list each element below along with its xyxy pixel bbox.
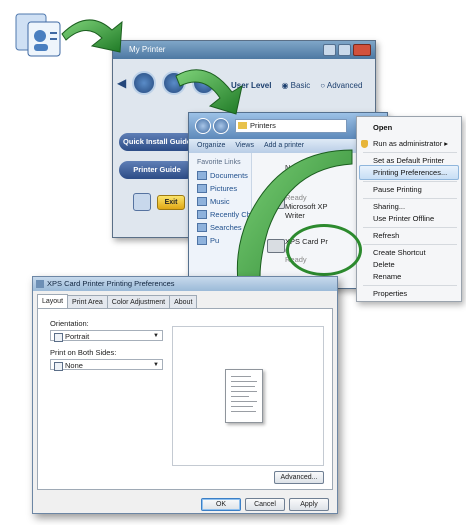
menu-pause-printing[interactable]: Pause Printing — [373, 185, 422, 194]
menu-separator — [363, 152, 457, 153]
printer-icon — [267, 239, 285, 253]
favorites-pane: Favorite Links Documents Pictures Music … — [189, 153, 252, 288]
page-preview — [225, 369, 263, 423]
page-preview-area — [172, 326, 324, 466]
search-icon — [197, 223, 207, 232]
exit-button[interactable]: Exit — [157, 194, 185, 210]
orientation-value: Portrait — [65, 332, 90, 341]
menu-separator — [363, 244, 457, 245]
printer-icon — [133, 193, 151, 211]
both-sides-value: None — [65, 361, 83, 370]
back-button[interactable] — [195, 118, 211, 134]
orientation-select[interactable]: Portrait ▼ — [50, 330, 163, 342]
views-menu[interactable]: Views — [235, 139, 254, 153]
user-level: User Level ◉ Basic ○ Advanced — [231, 81, 362, 90]
menu-use-offline[interactable]: Use Printer Offline — [373, 214, 434, 223]
music-icon — [197, 197, 207, 206]
menu-separator — [363, 198, 457, 199]
menu-separator — [363, 227, 457, 228]
menu-properties[interactable]: Properties — [373, 289, 407, 298]
printer-icon — [36, 280, 44, 288]
folder-icon — [197, 236, 207, 245]
menu-separator — [363, 285, 457, 286]
menu-refresh[interactable]: Refresh — [373, 231, 399, 240]
folder-icon — [197, 171, 207, 180]
advanced-button[interactable]: Advanced... — [274, 471, 324, 484]
cancel-button[interactable]: Cancel — [245, 498, 285, 511]
submenu-arrow-icon: ▸ — [444, 139, 449, 148]
minimize-button[interactable] — [323, 44, 336, 56]
menu-open[interactable]: Open — [373, 123, 392, 132]
favorites-title: Favorite Links — [197, 159, 241, 166]
maximize-button[interactable] — [338, 44, 351, 56]
exit-area: Exit — [133, 193, 185, 211]
printer-item-microsoft-xps[interactable]: Ready Microsoft XP Writer — [267, 193, 328, 220]
apply-button[interactable]: Apply — [289, 498, 329, 511]
highlight-ellipse — [286, 224, 362, 276]
printing-preferences-dialog: XPS Card Printer Printing Preferences La… — [32, 276, 338, 514]
level-advanced-radio[interactable]: ○ Advanced — [320, 81, 362, 90]
home-button[interactable] — [132, 71, 157, 95]
printer-name-line2: Writer — [285, 211, 305, 220]
address-text: Printers — [250, 121, 276, 130]
printer-context-menu: Open Run as administrator ▸ Set as Defau… — [356, 116, 462, 302]
menu-create-shortcut[interactable]: Create Shortcut — [373, 248, 426, 257]
layout-panel: Orientation: Portrait ▼ Print on Both Si… — [37, 308, 333, 490]
menu-delete[interactable]: Delete — [373, 260, 395, 269]
folder-icon — [238, 122, 247, 129]
menu-run-as-admin[interactable]: Run as administrator ▸ — [373, 139, 448, 148]
back-arrow-icon[interactable]: ◀ — [117, 76, 126, 90]
dialog-title-bar: XPS Card Printer Printing Preferences — [33, 277, 337, 291]
duplex-icon — [54, 362, 63, 371]
printer-guide-button[interactable]: Printer Guide — [119, 161, 195, 179]
menu-separator — [363, 181, 457, 182]
folder-icon — [197, 184, 207, 193]
portrait-icon — [54, 333, 63, 342]
nav-controls: ◀ — [117, 71, 217, 95]
printer-icon — [267, 195, 285, 209]
level-basic-radio[interactable]: ◉ Basic — [281, 81, 310, 90]
both-sides-label: Print on Both Sides: — [50, 348, 117, 357]
close-button[interactable] — [353, 44, 371, 56]
settings-button[interactable] — [192, 71, 217, 95]
quick-install-button[interactable]: Quick Install Guide — [119, 133, 195, 151]
ok-button[interactable]: OK — [201, 498, 241, 511]
fav-music[interactable]: Music — [189, 195, 251, 208]
folder-icon — [197, 210, 207, 219]
organize-menu[interactable]: Organize — [197, 139, 225, 153]
chevron-down-icon: ▼ — [153, 333, 159, 339]
both-sides-select[interactable]: None ▼ — [50, 359, 163, 371]
menu-set-default[interactable]: Set as Default Printer — [373, 156, 444, 165]
dialog-title: XPS Card Printer Printing Preferences — [47, 279, 175, 288]
fav-searches[interactable]: Searches — [189, 221, 251, 234]
menu-printing-preferences[interactable]: Printing Preferences... — [373, 168, 447, 177]
fav-recent[interactable]: Recently Ch — [189, 208, 251, 221]
printer-status: Ready — [285, 193, 307, 202]
printer-name: Microsoft XP — [285, 202, 328, 211]
fav-public[interactable]: Pu — [189, 234, 251, 247]
menu-rename[interactable]: Rename — [373, 272, 401, 281]
fav-pictures[interactable]: Pictures — [189, 182, 251, 195]
fav-documents[interactable]: Documents — [189, 169, 251, 182]
printer-button[interactable] — [162, 71, 187, 95]
forward-button[interactable] — [213, 118, 229, 134]
shield-icon — [361, 140, 368, 148]
user-level-label: User Level — [231, 81, 272, 90]
address-field[interactable]: Printers — [235, 119, 347, 133]
window-controls — [323, 44, 371, 56]
name-column-header[interactable]: Nam — [285, 163, 301, 172]
address-card-icon[interactable] — [14, 8, 64, 60]
orientation-label: Orientation: — [50, 319, 89, 328]
add-printer-button[interactable]: Add a printer — [264, 139, 304, 153]
chevron-down-icon: ▼ — [153, 362, 159, 368]
menu-sharing[interactable]: Sharing... — [373, 202, 405, 211]
